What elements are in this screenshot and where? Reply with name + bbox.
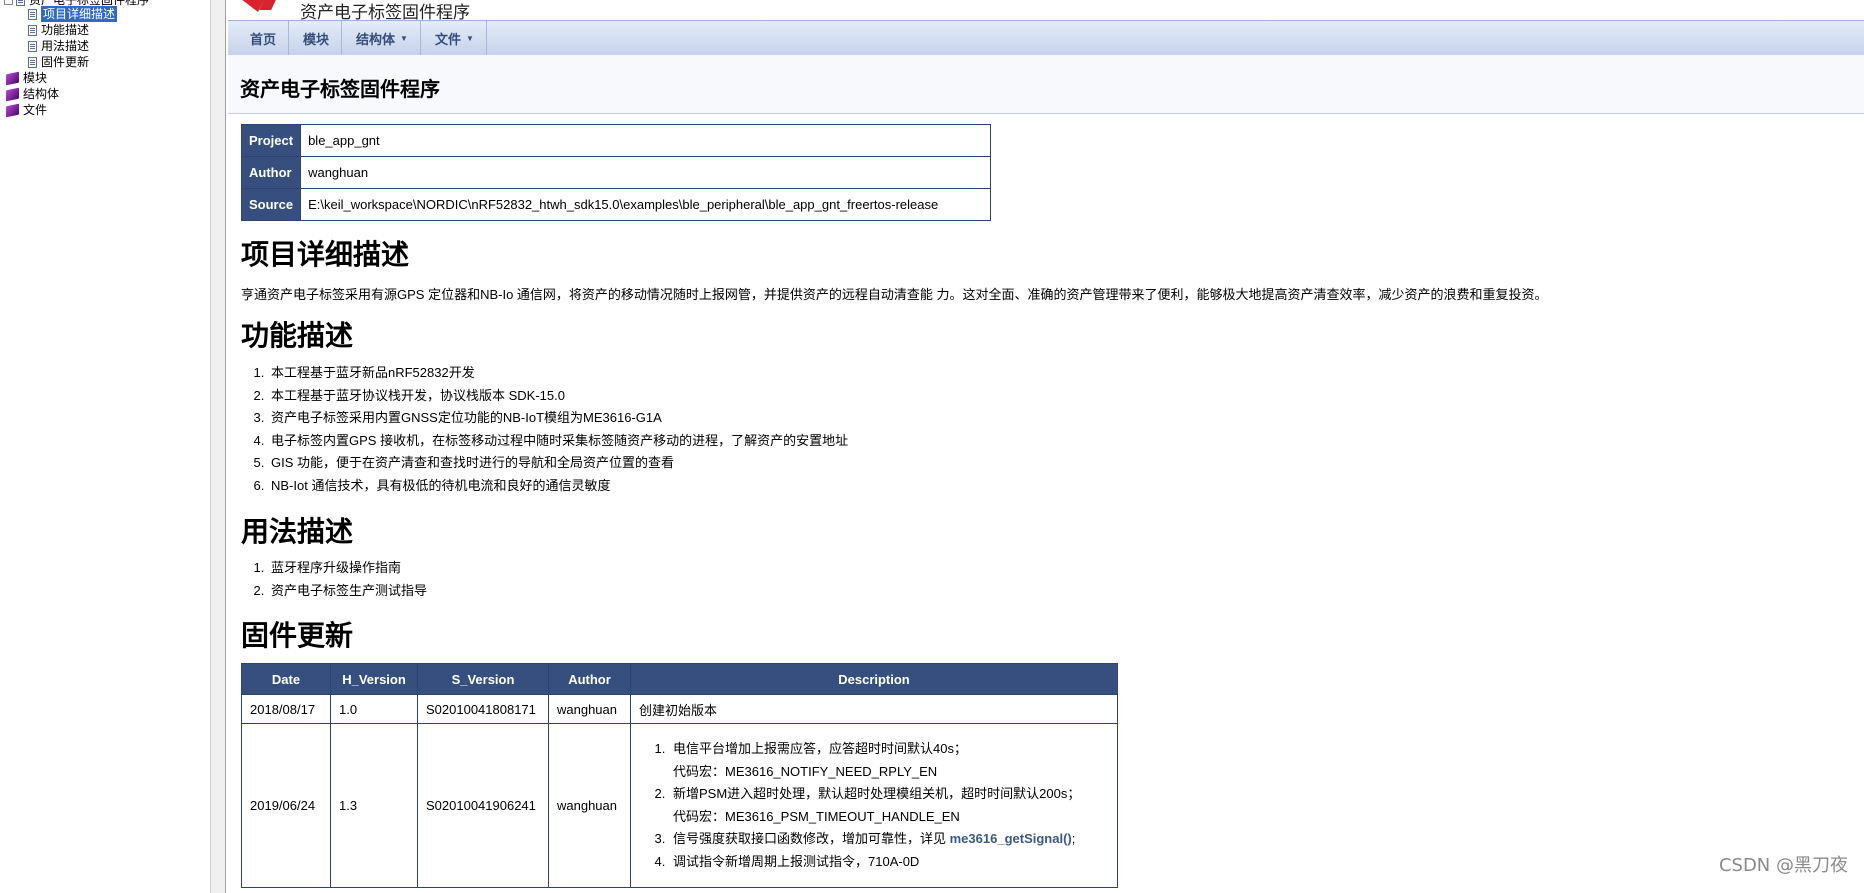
doc-icon <box>28 8 37 20</box>
usage-list: 蓝牙程序升级操作指南 资产电子标签生产测试指导 <box>241 557 427 602</box>
table-row: Author wanghuan <box>240 156 992 189</box>
cell-author: wanghuan <box>548 694 631 724</box>
list-item[interactable]: 蓝牙程序升级操作指南 <box>268 557 427 580</box>
tree-item-label: 项目详细描述 <box>39 5 119 23</box>
firmware-heading: 固件更新 <box>241 619 354 652</box>
table-header-row: Date H_Version S_Version Author Descript… <box>241 663 1118 695</box>
doc-icon <box>28 56 37 68</box>
list-item[interactable]: 资产电子标签生产测试指导 <box>268 580 427 603</box>
tree-item-features[interactable]: 功能描述 <box>28 22 89 38</box>
tree-section-label: 文件 <box>23 103 48 117</box>
cell-sversion: S02010041906241 <box>417 723 549 888</box>
nav-label: 模块 <box>303 31 330 47</box>
tree-item-label: 用法描述 <box>41 39 90 53</box>
list-item: 调试指令新增周期上报测试指令，710A-0D <box>669 851 1109 874</box>
logo-icon-part <box>259 0 277 10</box>
navigation-tree: − 资产电子标签固件程序 项目详细描述 功能描述 用法描述 固件更新 模块 结构… <box>0 0 210 893</box>
caret-down-icon: ▼ <box>465 33 474 43</box>
cell-sversion: S02010041808171 <box>417 694 549 724</box>
tree-item-firmware[interactable]: 固件更新 <box>28 54 89 70</box>
source-label: Source <box>240 188 302 221</box>
code-macro: 代码宏：ME3616_NOTIFY_NEED_RPLY_EN <box>673 763 938 779</box>
nav-structs[interactable]: 结构体 ▼ <box>342 21 421 55</box>
change-list: 电信平台增加上报需应答，应答超时时间默认40s； 代码宏：ME3616_NOTI… <box>639 738 1109 873</box>
table-row: Source E:\keil_workspace\NORDIC\nRF52832… <box>240 188 992 221</box>
col-hversion: H_Version <box>330 663 418 695</box>
tree-section-modules[interactable]: 模块 <box>6 70 47 86</box>
nav-files[interactable]: 文件 ▼ <box>421 21 487 55</box>
nav-modules[interactable]: 模块 <box>289 21 343 55</box>
doc-icon <box>28 40 37 52</box>
table-row: 2018/08/17 1.0 S02010041808171 wanghuan … <box>241 694 1118 724</box>
doc-icon <box>28 24 37 36</box>
list-item: GIS 功能，便于在资产清查和查找时进行的导航和全局资产位置的查看 <box>268 452 848 475</box>
source-value: E:\keil_workspace\NORDIC\nRF52832_htwh_s… <box>300 188 992 221</box>
cell-description: 创建初始版本 <box>630 694 1118 724</box>
collapse-icon[interactable]: − <box>4 0 13 5</box>
nav-label: 文件 <box>434 31 461 47</box>
cell-description: 电信平台增加上报需应答，应答超时时间默认40s； 代码宏：ME3616_NOTI… <box>630 723 1118 888</box>
feature-list: 本工程基于蓝牙新品nRF52832开发 本工程基于蓝牙协议栈开发，协议栈版本 S… <box>241 362 848 497</box>
book-icon <box>6 71 19 85</box>
cell-date: 2019/06/24 <box>241 723 331 888</box>
table-row: Project ble_app_gnt <box>240 124 992 157</box>
col-description: Description <box>630 663 1118 695</box>
feature-heading: 功能描述 <box>241 319 354 352</box>
caret-down-icon: ▼ <box>400 33 408 43</box>
detail-heading: 项目详细描述 <box>241 238 410 271</box>
content-pane: 资产电子标签固件程序 首页 模块 结构体 ▼ 文件 ▼ 资产电子标签固件程序 Pro… <box>228 0 1864 893</box>
code-macro: 代码宏：ME3616_PSM_TIMEOUT_HANDLE_EN <box>673 808 960 824</box>
list-item: 电子标签内置GPS 接收机，在标签移动过程中随时采集标签随资产移动的进程，了解资… <box>268 430 848 453</box>
list-item: 资产电子标签采用内置GNSS定位功能的NB-IoT模组为ME3616-G1A <box>268 407 848 430</box>
info-table: Project ble_app_gnt Author wanghuan Sour… <box>240 124 992 221</box>
list-item: 本工程基于蓝牙协议栈开发，协议栈版本 SDK-15.0 <box>268 385 848 408</box>
usage-heading: 用法描述 <box>241 515 354 548</box>
col-author: Author <box>548 663 631 695</box>
author-label: Author <box>240 156 302 189</box>
nav-label: 结构体 <box>356 31 396 47</box>
cell-date: 2018/08/17 <box>241 694 331 724</box>
col-sversion: S_Version <box>417 663 549 695</box>
firmware-table: Date H_Version S_Version Author Descript… <box>241 663 1118 888</box>
watermark: CSDN @黑刀夜 <box>1718 855 1848 876</box>
change-text: 信号强度获取接口函数修改，增加可靠性，详见 <box>673 831 950 846</box>
nav-label: 首页 <box>250 31 277 47</box>
tree-section-structs[interactable]: 结构体 <box>6 86 59 102</box>
list-item: 电信平台增加上报需应答，应答超时时间默认40s； 代码宏：ME3616_NOTI… <box>669 738 1109 783</box>
change-text-end: ; <box>1071 831 1076 846</box>
tree-section-label: 结构体 <box>23 87 60 101</box>
tree-item-label: 功能描述 <box>41 23 90 37</box>
header: 资产电子标签固件程序 <box>228 0 1864 22</box>
project-value: ble_app_gnt <box>300 124 992 157</box>
tree-section-files[interactable]: 文件 <box>6 102 47 118</box>
author-value: wanghuan <box>300 156 992 189</box>
change-text: 电信平台增加上报需应答，应答超时时间默认40s； <box>673 741 967 756</box>
function-link[interactable]: me3616_getSignal() <box>950 831 1072 846</box>
cell-hversion: 1.3 <box>330 723 418 888</box>
list-item: NB-Iot 通信技术，具有极低的待机电流和良好的通信灵敏度 <box>268 475 848 498</box>
change-text: 新增PSM进入超时处理，默认超时处理模组关机，超时时间默认200s； <box>673 786 1081 801</box>
doc-icon <box>16 0 25 6</box>
page-title: 资产电子标签固件程序 <box>240 79 440 101</box>
cell-hversion: 1.0 <box>330 694 418 724</box>
list-item: 新增PSM进入超时处理，默认超时处理模组关机，超时时间默认200s； 代码宏：M… <box>669 783 1109 828</box>
list-item: 本工程基于蓝牙新品nRF52832开发 <box>268 362 848 385</box>
project-label: Project <box>240 124 302 157</box>
cell-author: wanghuan <box>548 723 631 888</box>
title-bar: 资产电子标签固件程序 <box>228 55 1864 114</box>
nav-home[interactable]: 首页 <box>228 21 290 55</box>
tree-item-usage[interactable]: 用法描述 <box>28 38 89 54</box>
tree-item-detail[interactable]: 项目详细描述 <box>28 5 119 23</box>
table-row: 2019/06/24 1.3 S02010041906241 wanghuan … <box>241 723 1118 888</box>
col-date: Date <box>241 663 331 695</box>
book-icon <box>6 103 19 117</box>
pane-splitter[interactable] <box>210 0 226 893</box>
navbar: 首页 模块 结构体 ▼ 文件 ▼ <box>228 20 1864 56</box>
detail-text: 亨通资产电子标签采用有源GPS 定位器和NB-Io 通信网，将资产的移动情况随时… <box>241 287 1548 302</box>
tree-section-label: 模块 <box>23 71 48 85</box>
list-item: 信号强度获取接口函数修改，增加可靠性，详见 me3616_getSignal()… <box>669 828 1109 851</box>
book-icon <box>6 87 19 101</box>
tree-item-label: 固件更新 <box>41 55 90 69</box>
